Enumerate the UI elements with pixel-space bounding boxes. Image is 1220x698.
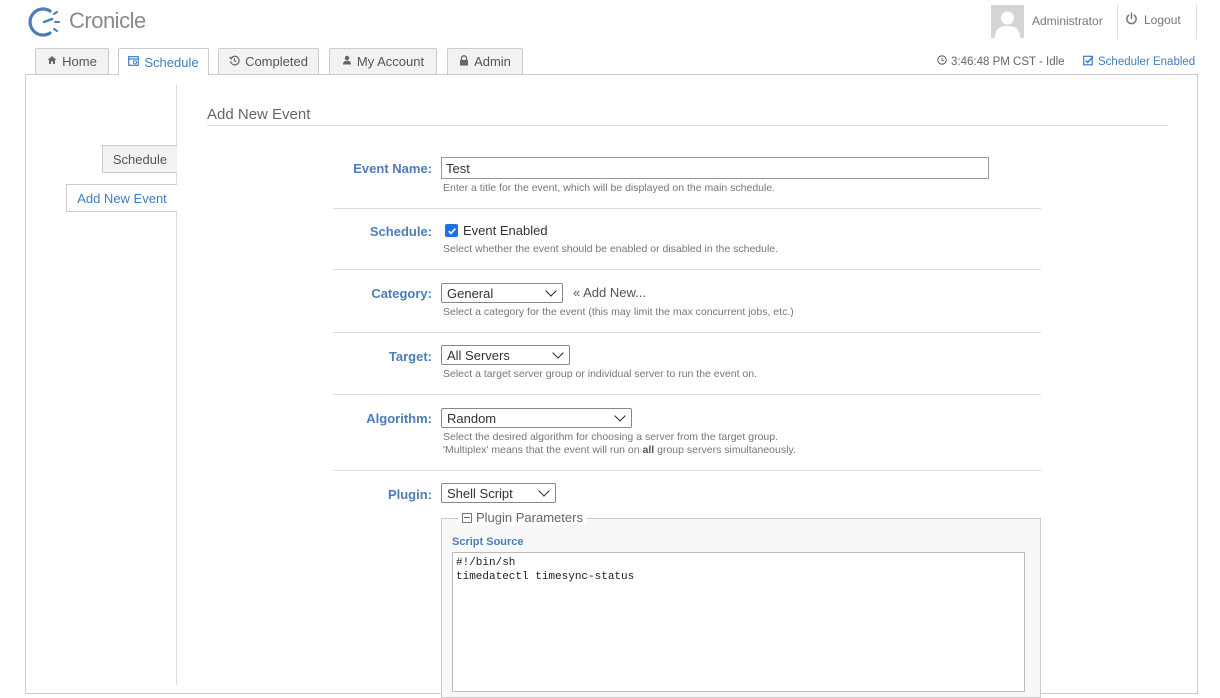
clock-text: 3:46:48 PM CST - Idle: [951, 55, 1065, 68]
clock-icon: [937, 55, 947, 68]
tab-label: Home: [62, 54, 97, 69]
algorithm-caption-line-2: 'Multiplex' means that the event will ru…: [443, 444, 796, 456]
plugin-label: Plugin:: [387, 487, 432, 502]
algorithm-label: Algorithm:: [366, 411, 432, 426]
event-name-caption: Enter a title for the event, which will …: [443, 182, 776, 194]
category-caption: Select a category for the event (this ma…: [443, 306, 794, 318]
checkmark-icon: [447, 227, 456, 235]
page-title: Add New Event: [207, 106, 311, 123]
user-name[interactable]: Administrator: [1032, 14, 1103, 28]
chevron-down-icon: [614, 410, 626, 422]
event-enabled-checkbox[interactable]: [445, 224, 458, 237]
scheduler-toggle[interactable]: Scheduler Enabled: [1083, 55, 1195, 69]
event-name-label: Event Name:: [353, 161, 432, 176]
tab-completed[interactable]: Completed: [218, 48, 319, 74]
user-icon: [342, 55, 352, 68]
title-divider: [207, 125, 1167, 126]
sidebar-divider: [176, 85, 177, 685]
calendar-icon: [128, 55, 140, 69]
add-new-category-link[interactable]: « Add New...: [573, 285, 646, 300]
row-divider: [333, 208, 1041, 209]
check-square-icon: [1083, 55, 1094, 69]
row-divider: [333, 470, 1041, 471]
tab-label: Completed: [245, 54, 308, 69]
row-divider: [333, 269, 1041, 270]
algorithm-caption: Select the desired algorithm for choosin…: [443, 431, 796, 457]
plugin-select[interactable]: Shell Script: [441, 483, 556, 503]
category-value: General: [447, 285, 494, 301]
row-divider: [333, 394, 1041, 395]
category-select[interactable]: General: [441, 283, 563, 303]
tab-home[interactable]: Home: [35, 48, 109, 74]
algorithm-select[interactable]: Random: [441, 408, 632, 428]
power-icon: [1125, 12, 1138, 28]
schedule-caption: Select whether the event should be enabl…: [443, 243, 779, 255]
header-divider: [1196, 5, 1197, 39]
logout-label: Logout: [1144, 13, 1181, 27]
script-source-label: Script Source: [452, 536, 524, 548]
scheduler-label: Scheduler Enabled: [1098, 56, 1196, 68]
schedule-label: Schedule:: [369, 224, 432, 239]
lock-icon: [459, 54, 469, 69]
tab-label: Admin: [474, 54, 511, 69]
script-source-textarea[interactable]: #!/bin/sh timedatectl timesync-status: [452, 552, 1025, 692]
tab-label: Schedule: [144, 54, 199, 70]
logout-button[interactable]: Logout: [1125, 12, 1181, 28]
plugin-parameters-legend: Plugin Parameters: [476, 510, 583, 525]
tab-admin[interactable]: Admin: [447, 48, 523, 74]
header-divider: [1117, 5, 1118, 39]
app-name: Cronicle: [69, 8, 146, 33]
clock-status: 3:46:48 PM CST - Idle: [937, 55, 1065, 68]
target-value: All Servers: [447, 347, 510, 363]
home-icon: [47, 55, 57, 68]
event-name-input[interactable]: [441, 157, 989, 179]
cronicle-logo-icon: [28, 5, 64, 39]
side-tab-add-new-event[interactable]: Add New Event: [66, 184, 177, 212]
side-tab-schedule[interactable]: Schedule: [102, 145, 177, 173]
category-label: Category:: [371, 286, 432, 301]
target-label: Target:: [388, 349, 432, 364]
chevron-down-icon: [552, 347, 564, 359]
algorithm-caption-line-1: Select the desired algorithm for choosin…: [443, 431, 779, 443]
event-enabled-label[interactable]: Event Enabled: [463, 223, 548, 238]
collapse-icon: [462, 512, 472, 523]
plugin-value: Shell Script: [447, 485, 513, 501]
tab-label: My Account: [356, 54, 425, 69]
tab-my-account[interactable]: My Account: [329, 48, 437, 74]
row-divider: [333, 332, 1041, 333]
history-icon: [229, 55, 240, 69]
target-select[interactable]: All Servers: [441, 345, 570, 365]
algorithm-value: Random: [447, 410, 497, 426]
chevron-down-icon: [538, 485, 550, 497]
tab-schedule[interactable]: Schedule: [118, 48, 209, 75]
target-caption: Select a target server group or individu…: [443, 368, 758, 380]
plugin-parameters-toggle[interactable]: Plugin Parameters: [458, 510, 587, 525]
chevron-down-icon: [545, 285, 557, 297]
avatar[interactable]: [991, 5, 1024, 38]
